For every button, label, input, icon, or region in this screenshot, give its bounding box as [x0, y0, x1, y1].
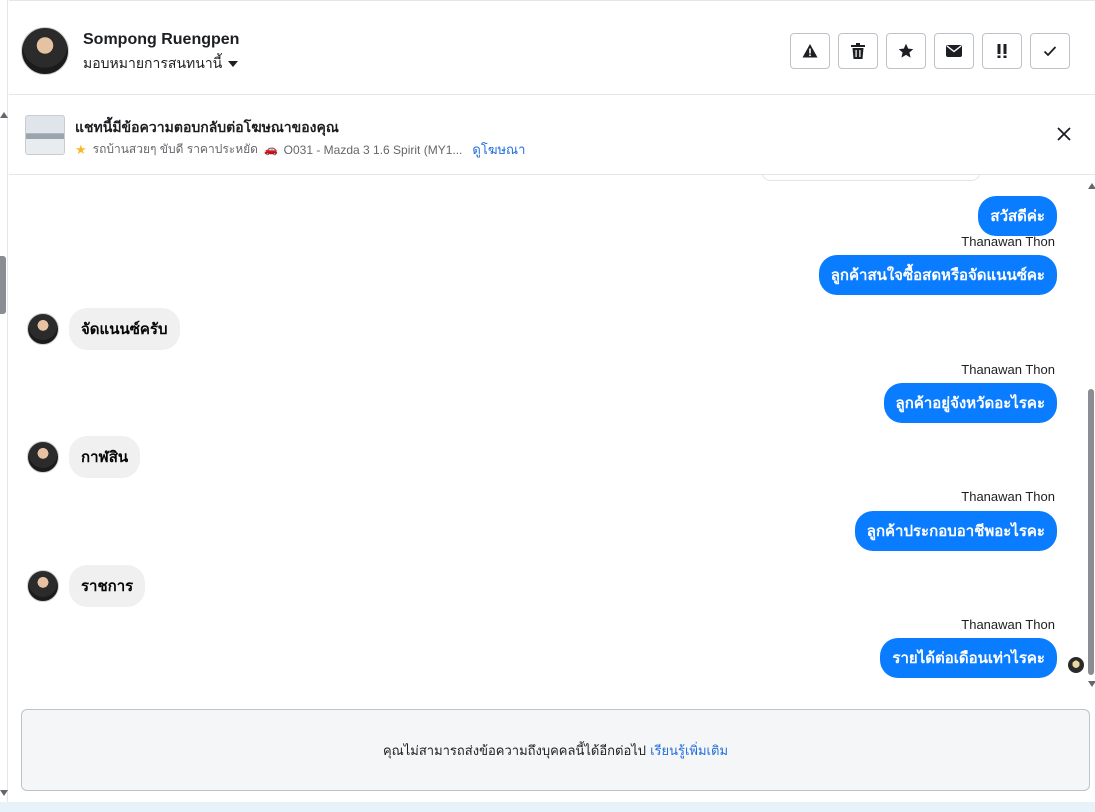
- ad-thumbnail[interactable]: [25, 115, 65, 155]
- scroll-up-arrow-icon[interactable]: [0, 112, 8, 118]
- sender-avatar[interactable]: [27, 313, 59, 345]
- scroll-down-arrow-icon[interactable]: [1088, 681, 1095, 687]
- ad-car-text: O031 - Mazda 3 1.6 Spirit (MY1...: [283, 142, 463, 157]
- outgoing-message[interactable]: ลูกค้าประกอบอาชีพอะไรคะ: [854, 511, 1057, 551]
- incoming-message-row: ราชการ: [27, 565, 146, 607]
- sender-name: Thanawan Thon: [961, 489, 1055, 504]
- contact-name[interactable]: Sompong Ruengpen: [83, 31, 239, 49]
- sender-avatar[interactable]: [27, 441, 59, 473]
- sender-name: Thanawan Thon: [961, 617, 1055, 632]
- blocked-notice-text: คุณไม่สามารถส่งข้อความถึงบุคคลนี้ได้อีกต…: [382, 742, 647, 758]
- incoming-message[interactable]: ราชการ: [69, 565, 146, 607]
- incoming-message[interactable]: กาฬสิน: [69, 436, 141, 478]
- star-button[interactable]: [886, 33, 926, 69]
- report-button[interactable]: [790, 33, 830, 69]
- follow-up-icon: [997, 44, 1007, 58]
- caret-down-icon: [228, 61, 239, 67]
- bottom-strip: [0, 802, 1095, 812]
- assign-label: มอบหมายการสนทนานี้: [83, 55, 223, 71]
- assign-conversation-dropdown[interactable]: มอบหมายการสนทนานี้: [83, 53, 239, 75]
- incoming-message[interactable]: จัดแนนซ์ครับ: [69, 308, 180, 350]
- checkmark-icon: [1043, 46, 1057, 57]
- trash-icon: [851, 43, 865, 59]
- follow-up-button[interactable]: [982, 33, 1022, 69]
- left-scrollbar[interactable]: [0, 0, 8, 812]
- header-actions: [790, 33, 1070, 69]
- ad-name-text: รถบ้านสวยๆ ขับดี ราคาประหยัด: [92, 142, 258, 156]
- outgoing-message[interactable]: สวัสดีค่ะ: [978, 196, 1057, 236]
- sender-name: Thanawan Thon: [961, 234, 1055, 249]
- conversation-header: Sompong Ruengpen มอบหมายการสนทนานี้: [9, 0, 1095, 95]
- outgoing-message[interactable]: รายได้ต่อเดือนเท่าไรคะ: [880, 638, 1057, 678]
- thread-scrollbar[interactable]: [1087, 175, 1095, 705]
- message-thread[interactable]: สวัสดีค่ะ Thanawan Thon ลูกค้าสนใจซื้อสด…: [9, 175, 1084, 705]
- envelope-icon: [946, 45, 962, 57]
- seen-receipt-avatar: [1068, 657, 1084, 673]
- incoming-message-row: จัดแนนซ์ครับ: [27, 308, 180, 350]
- ad-banner-title: แชทนี้มีข้อความตอบกลับต่อโฆษณาของคุณ: [75, 119, 339, 135]
- sender-name: Thanawan Thon: [961, 362, 1055, 377]
- scroll-down-arrow-icon[interactable]: [0, 790, 8, 796]
- outgoing-message[interactable]: ลูกค้าสนใจซื้อสดหรือจัดแนนซ์คะ: [818, 255, 1057, 295]
- previous-message-edge: [761, 175, 981, 181]
- car-icon: 🚗: [263, 144, 278, 156]
- ad-reply-banner: แชทนี้มีข้อความตอบกลับต่อโฆษณาของคุณ ★ ร…: [9, 95, 1095, 175]
- learn-more-link[interactable]: เรียนรู้เพิ่มเติม: [650, 740, 728, 761]
- scroll-thumb[interactable]: [0, 256, 6, 314]
- mark-done-button[interactable]: [1030, 33, 1070, 69]
- close-icon[interactable]: [1055, 125, 1073, 143]
- scroll-thumb[interactable]: [1088, 389, 1094, 675]
- star-icon: ★: [75, 141, 87, 157]
- star-icon: [898, 43, 914, 58]
- sender-avatar[interactable]: [27, 570, 59, 602]
- outgoing-message[interactable]: ลูกค้าอยู่จังหวัดอะไรคะ: [883, 383, 1057, 423]
- contact-avatar[interactable]: [21, 27, 69, 75]
- scroll-up-arrow-icon[interactable]: [1088, 183, 1095, 189]
- ad-banner-subtitle: ★ รถบ้านสวยๆ ขับดี ราคาประหยัด 🚗 O031 - …: [75, 139, 525, 160]
- composer-blocked-notice: คุณไม่สามารถส่งข้อความถึงบุคคลนี้ได้อีกต…: [21, 709, 1090, 791]
- mark-unread-button[interactable]: [934, 33, 974, 69]
- delete-button[interactable]: [838, 33, 878, 69]
- view-ad-link[interactable]: ดูโฆษณา: [472, 139, 525, 160]
- incoming-message-row: กาฬสิน: [27, 436, 141, 478]
- warning-icon: [802, 44, 818, 58]
